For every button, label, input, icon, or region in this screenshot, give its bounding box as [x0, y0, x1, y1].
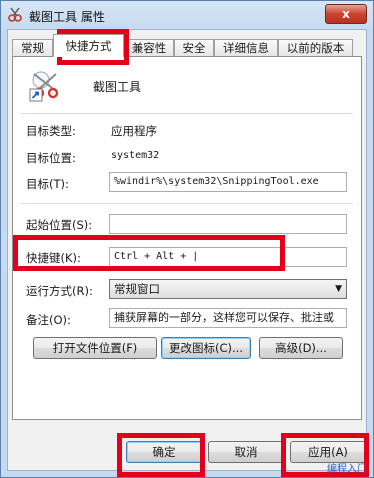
shortcut-page: 截图工具 目标类型: 应用程序 目标位置: system32 目标(T): %w… [12, 56, 362, 420]
shortcut-key-input[interactable]: Ctrl + Alt + | [109, 247, 347, 267]
divider [21, 203, 353, 204]
target-location-label: 目标位置: [26, 151, 76, 165]
shortcut-key-label: 快捷键(K): [26, 251, 81, 265]
advanced-button[interactable]: 高级(D)... [259, 337, 343, 359]
properties-window: 截图工具 属性 x 常规 快捷方式 兼容性 安全 详细信息 以前的版本 截图工具 [0, 0, 374, 478]
run-label: 运行方式(R): [26, 284, 93, 298]
run-select[interactable]: 常规窗口 ▼ [109, 279, 347, 299]
tab-shortcut[interactable]: 快捷方式 [53, 34, 124, 57]
watermark: 编程入门 [327, 464, 367, 475]
open-file-location-button[interactable]: 打开文件位置(F) [33, 337, 157, 359]
tab-previous-versions[interactable]: 以前的版本 [278, 39, 353, 56]
target-input[interactable]: %windir%\system32\SnippingTool.exe [109, 172, 347, 192]
ok-button[interactable]: 确定 [126, 441, 202, 463]
close-button[interactable]: x [325, 4, 367, 24]
divider [21, 113, 353, 114]
scissors-icon [8, 7, 22, 22]
tab-strip: 常规 快捷方式 兼容性 安全 详细信息 以前的版本 [10, 34, 364, 57]
comment-label: 备注(O): [26, 313, 71, 327]
dialog-body: 常规 快捷方式 兼容性 安全 详细信息 以前的版本 截图工具 目标类型: 应用程… [7, 29, 367, 471]
title-bar[interactable]: 截图工具 属性 x [1, 1, 373, 29]
cancel-button[interactable]: 取消 [208, 441, 284, 463]
tab-general[interactable]: 常规 [12, 39, 53, 56]
target-label: 目标(T): [26, 177, 69, 191]
scissors-icon [29, 71, 59, 102]
tab-security[interactable]: 安全 [174, 39, 214, 56]
start-in-label: 起始位置(S): [26, 218, 93, 232]
change-icon-button[interactable]: 更改图标(C)... [161, 337, 251, 359]
start-in-input[interactable] [109, 214, 347, 234]
window-title: 截图工具 属性 [29, 10, 105, 24]
chevron-down-icon: ▼ [335, 284, 342, 294]
tab-compatibility[interactable]: 兼容性 [124, 39, 174, 56]
tab-details[interactable]: 详细信息 [214, 39, 278, 56]
app-name: 截图工具 [93, 80, 142, 94]
comment-input[interactable]: 捕获屏幕的一部分，这样您可以保存、批注或 [109, 308, 347, 328]
target-location-value: system32 [111, 150, 160, 161]
run-select-value: 常规窗口 [114, 282, 160, 296]
target-type-value: 应用程序 [111, 124, 157, 138]
target-type-label: 目标类型: [26, 124, 76, 138]
